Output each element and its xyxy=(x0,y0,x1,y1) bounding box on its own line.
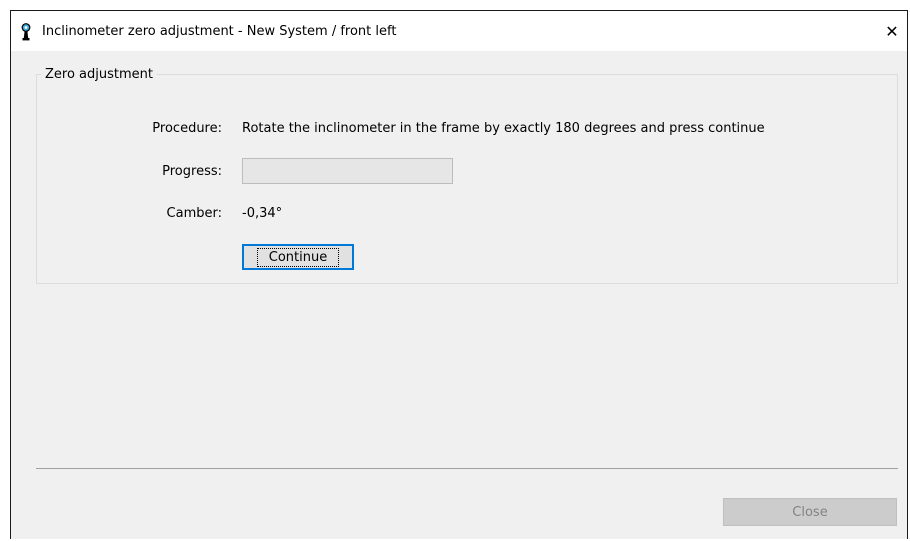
close-icon: ✕ xyxy=(885,21,899,41)
continue-button-label: Continue xyxy=(256,247,340,267)
procedure-label: Procedure: xyxy=(152,121,222,136)
progress-bar xyxy=(242,158,453,184)
camber-label: Camber: xyxy=(166,206,222,221)
close-button[interactable]: Close xyxy=(723,498,897,526)
continue-button[interactable]: Continue xyxy=(242,244,354,270)
procedure-text: Rotate the inclinometer in the frame by … xyxy=(242,121,765,136)
close-window-button[interactable]: ✕ xyxy=(877,11,907,51)
close-button-label: Close xyxy=(792,504,828,520)
dialog-window: Inclinometer zero adjustment - New Syste… xyxy=(10,10,908,539)
progress-label: Progress: xyxy=(162,164,222,179)
zero-adjustment-group xyxy=(36,74,898,284)
window-title: Inclinometer zero adjustment - New Syste… xyxy=(42,24,397,39)
camber-value: -0,34° xyxy=(242,206,283,221)
inclinometer-app-icon xyxy=(20,23,32,41)
title-bar[interactable]: Inclinometer zero adjustment - New Syste… xyxy=(11,11,907,51)
group-legend: Zero adjustment xyxy=(41,67,157,82)
footer-divider xyxy=(36,468,898,469)
